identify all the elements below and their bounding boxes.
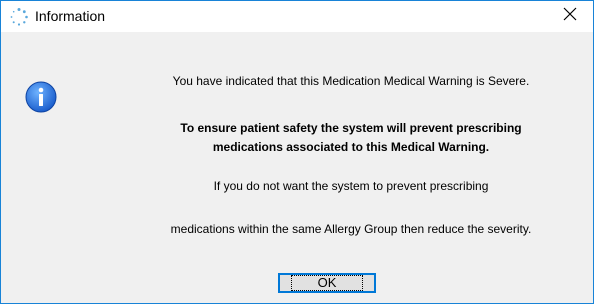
window-title: Information xyxy=(35,8,106,24)
message-line-4: medications within the same Allergy Grou… xyxy=(170,222,532,236)
message-line-1: You have indicated that this Medication … xyxy=(172,74,530,88)
message-bold-line-1: To ensure patient safety the system will… xyxy=(180,121,522,135)
information-dialog: Information You have indicated that this… xyxy=(0,0,594,304)
close-icon xyxy=(563,7,577,26)
title-bar[interactable]: Information xyxy=(1,1,593,32)
spinner-dots-icon xyxy=(9,7,29,27)
ok-button-label: OK xyxy=(290,275,364,291)
ok-button[interactable]: OK xyxy=(278,273,376,293)
message-line-3: If you do not want the system to prevent… xyxy=(213,179,489,193)
message-bold-line-2: medications associated to this Medical W… xyxy=(212,140,490,154)
close-button[interactable] xyxy=(547,1,593,32)
dialog-body: You have indicated that this Medication … xyxy=(1,32,593,303)
info-icon xyxy=(25,81,57,113)
